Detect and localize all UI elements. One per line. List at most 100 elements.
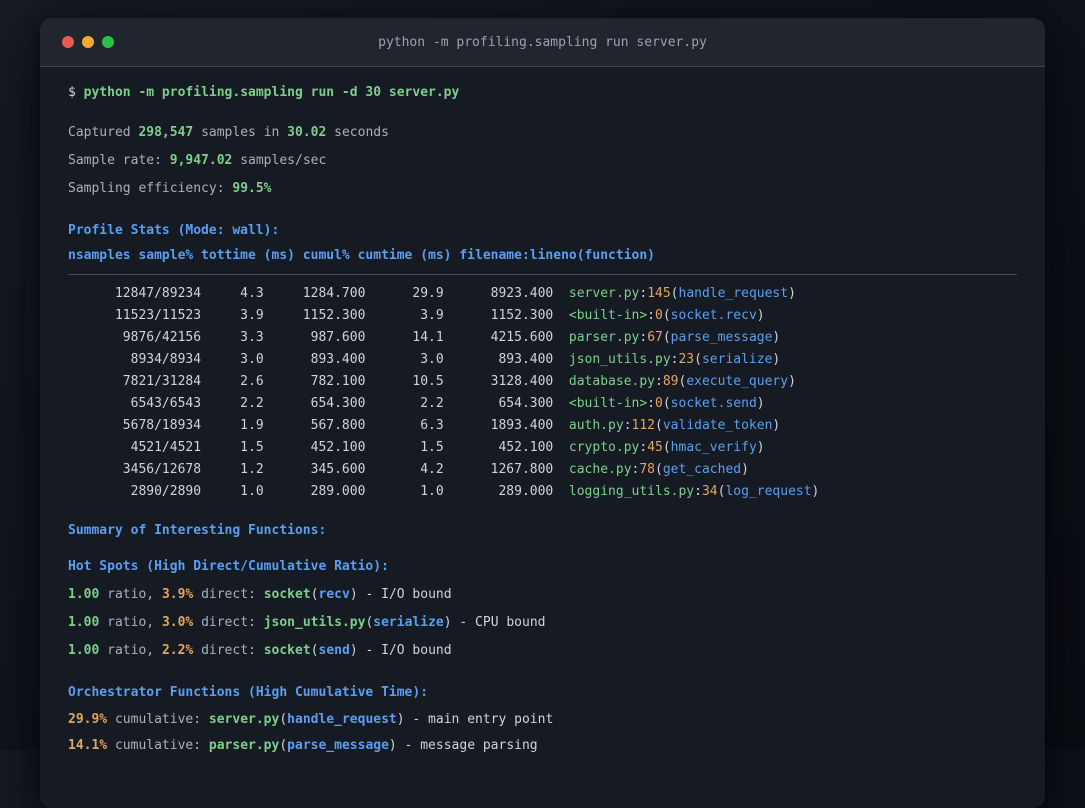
text-token: nsamples sample% tottime (ms) cumul% cum… [68, 248, 655, 263]
command-line: $ python -m profiling.sampling run -d 30… [68, 81, 1017, 105]
text-token: Sampling efficiency: [68, 181, 233, 196]
text-token: 3.0% [161, 615, 194, 630]
text-token: Summary of Interesting Functions: [68, 523, 327, 538]
hot-spots-heading: Hot Spots (High Direct/Cumulative Ratio)… [68, 553, 1017, 581]
window-title: python -m profiling.sampling run server.… [378, 34, 707, 50]
text-token: <built-in> [568, 308, 648, 323]
text-token: send [318, 643, 350, 658]
text-token: ) [788, 374, 796, 389]
window-titlebar[interactable]: python -m profiling.sampling run server.… [40, 18, 1045, 67]
text-token: 2890/2890 1.0 289.000 1.0 289.000 [68, 484, 569, 499]
summary-heading: Summary of Interesting Functions: [68, 517, 1017, 545]
text-token: ) [756, 308, 765, 323]
text-token: 9876/42156 3.3 987.600 14.1 4215.600 [68, 330, 569, 345]
text-token: ratio, [99, 615, 162, 630]
text-token: log_request [725, 484, 812, 499]
text-token: handle_request [287, 712, 397, 727]
stat-efficiency: Sampling efficiency: 99.5% [68, 175, 1017, 203]
text-token: : [647, 308, 656, 323]
hot-spot-line-3: 1.00 ratio, 2.2% direct: socket(send) - … [68, 637, 1017, 665]
text-token: ) [388, 738, 397, 753]
text-token: ( [694, 352, 702, 367]
text-token: ( [655, 418, 663, 433]
text-token: 9,947.02 [169, 153, 233, 168]
orchestrator-line-2: 14.1% cumulative: parser.py(parse_messag… [68, 733, 1017, 759]
text-token: server.py [208, 712, 280, 727]
text-token: socket [263, 643, 311, 658]
text-token: samples/sec [232, 153, 327, 168]
traffic-lights [62, 36, 114, 48]
text-token: : [639, 330, 648, 345]
text-token: parse_message [670, 330, 773, 345]
text-token: ratio, [99, 587, 162, 602]
text-token: 7821/31284 2.6 782.100 10.5 3128.400 [68, 374, 569, 389]
orchestrator-line-1: 29.9% cumulative: server.py(handle_reque… [68, 707, 1017, 733]
text-token: Profile Stats (Mode: wall): [68, 223, 280, 238]
text-token: seconds [326, 125, 389, 140]
text-token: python -m profiling.sampling run -d 30 s… [83, 85, 460, 100]
text-token: 1.00 [68, 587, 100, 602]
hot-spot-line-2: 1.00 ratio, 3.0% direct: json_utils.py(s… [68, 609, 1017, 637]
close-button[interactable] [62, 36, 74, 48]
text-token: 4521/4521 1.5 452.100 1.5 452.100 [68, 440, 569, 455]
text-token: : [647, 396, 656, 411]
profile-stats-heading: Profile Stats (Mode: wall): [68, 217, 1017, 245]
text-token: 14.1% [68, 738, 108, 753]
text-token: ( [662, 396, 671, 411]
text-token: database.py [568, 374, 655, 389]
minimize-button[interactable] [82, 36, 94, 48]
text-token: direct: [193, 615, 264, 630]
text-token: validate_token [662, 418, 773, 433]
zoom-button[interactable] [102, 36, 114, 48]
text-token: json_utils.py [568, 352, 671, 367]
text-token: Orchestrator Functions (High Cumulative … [68, 685, 429, 700]
text-token: cumulative: [107, 712, 209, 727]
text-token: direct: [193, 587, 264, 602]
text-token: ( [662, 330, 671, 345]
text-token: ( [279, 712, 288, 727]
text-token: ( [670, 286, 679, 301]
text-token: : [655, 374, 663, 389]
text-token: ( [655, 462, 663, 477]
text-token: : [639, 440, 648, 455]
profile-row-3: 9876/42156 3.3 987.600 14.1 4215.600 par… [68, 327, 1017, 349]
text-token: auth.py [568, 418, 624, 433]
text-token: crypto.py [568, 440, 640, 455]
text-token: ) [772, 418, 781, 433]
text-token: 1.00 [68, 615, 100, 630]
text-token: 3.9% [161, 587, 194, 602]
text-token: 30.02 [287, 125, 327, 140]
text-token: - main entry point [404, 712, 554, 727]
profile-row-7: 5678/18934 1.9 567.800 6.3 1893.400 auth… [68, 415, 1017, 437]
text-token: ( [279, 738, 288, 753]
text-token: ) [741, 462, 749, 477]
text-token: ) [349, 587, 358, 602]
text-token: recv [318, 587, 350, 602]
text-token: 5678/18934 1.9 567.800 6.3 1893.400 [68, 418, 569, 433]
text-token: ) [443, 615, 452, 630]
text-token: get_cached [662, 462, 742, 477]
text-token: - I/O bound [357, 643, 452, 658]
text-token: ( [310, 587, 319, 602]
terminal-content[interactable]: $ python -m profiling.sampling run -d 30… [40, 67, 1045, 783]
text-token: parse_message [287, 738, 389, 753]
profile-row-10: 2890/2890 1.0 289.000 1.0 289.000 loggin… [68, 481, 1017, 503]
text-token: json_utils.py [263, 615, 366, 630]
text-token: ) [772, 330, 781, 345]
text-token: ) [772, 352, 781, 367]
text-token: : [694, 484, 702, 499]
profile-row-9: 3456/12678 1.2 345.600 4.2 1267.800 cach… [68, 459, 1017, 481]
profile-row-4: 8934/8934 3.0 893.400 3.0 893.400 json_u… [68, 349, 1017, 371]
text-token: hmac_verify [670, 440, 757, 455]
text-token: 78 [639, 462, 656, 477]
text-token: $ [68, 85, 84, 100]
text-token: handle_request [678, 286, 789, 301]
text-token: 0 [655, 396, 663, 411]
orchestrator-heading: Orchestrator Functions (High Cumulative … [68, 679, 1017, 707]
text-token: socket.recv [670, 308, 757, 323]
text-token: 112 [631, 418, 656, 433]
text-token: serialize [373, 615, 444, 630]
text-token: Hot Spots (High Direct/Cumulative Ratio)… [68, 559, 389, 574]
text-token: Sample rate: [68, 153, 170, 168]
